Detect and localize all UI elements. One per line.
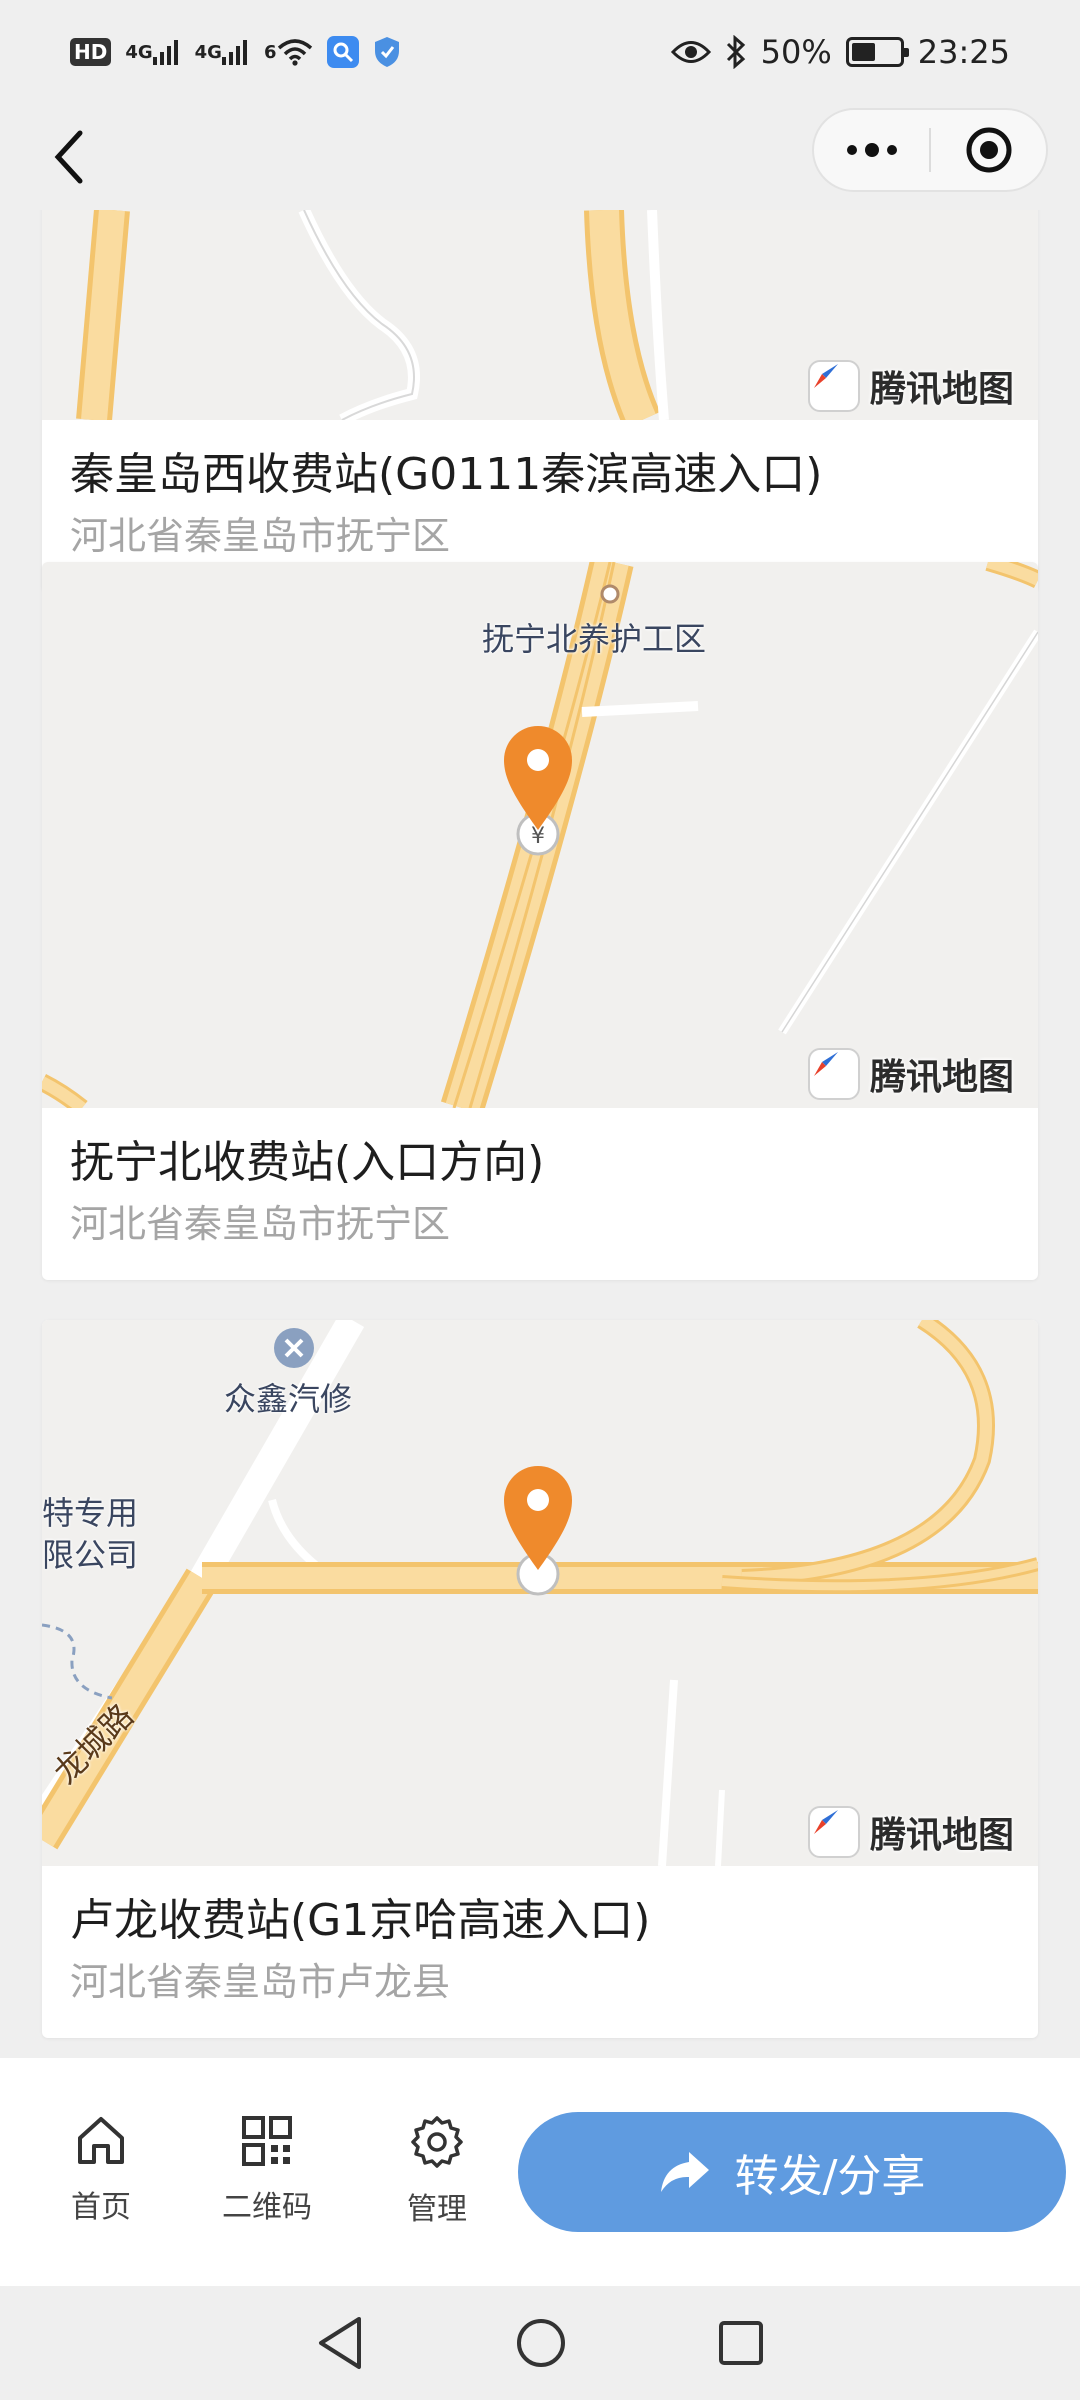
card-info: 卢龙收费站(G1京哈高速入口) 河北省秦皇岛市卢龙县 (42, 1866, 1038, 2038)
compass-icon (807, 1806, 860, 1858)
more-button[interactable] (814, 110, 929, 190)
home-button[interactable]: 首页 (36, 2114, 166, 2226)
close-miniapp-button[interactable] (931, 110, 1046, 190)
tencent-map-logo: 腾讯地图 (807, 1804, 1014, 1860)
card-info: 抚宁北收费站(入口方向) 河北省秦皇岛市抚宁区 (42, 1108, 1038, 1280)
wifi-tag: 6 (263, 41, 277, 63)
map-logo-text: 腾讯地图 (869, 1057, 1014, 1098)
share-label: 转发/分享 (734, 2151, 926, 2202)
miniapp-capsule (812, 108, 1048, 192)
station-card[interactable]: ¥ 抚宁北养护工区 腾讯地图 抚宁北收费站(入口方向) 河北省秦皇岛市抚宁区 (42, 562, 1038, 1280)
station-card[interactable]: 众鑫汽修 特专用 限公司 龙城路 腾讯地图 卢龙收费站(G1京哈高速入口) 河北… (42, 1320, 1038, 2038)
status-bar: HD 4G 4G 6 50% 23:25 (0, 0, 1080, 104)
map-logo-text: 腾讯地图 (869, 1815, 1014, 1856)
station-map[interactable]: ¥ 抚宁北养护工区 腾讯地图 (42, 562, 1038, 1108)
network-type-1: 4G (125, 41, 153, 63)
back-button[interactable] (50, 104, 110, 210)
recents-square-icon[interactable] (717, 2319, 765, 2367)
shield-icon (373, 36, 401, 68)
tencent-map-logo: 腾讯地图 (807, 1046, 1014, 1102)
map-poi-label: 限公司 (42, 1536, 139, 1574)
map-poi-label: 特专用 (42, 1494, 139, 1532)
bluetooth-icon (725, 35, 747, 69)
bottom-toolbar: 首页 二维码 管理 转发/分享 (0, 2058, 1080, 2286)
station-address: 河北省秦皇岛市抚宁区 (70, 514, 451, 558)
manage-label: 管理 (407, 2192, 467, 2227)
system-nav-bar (0, 2286, 1080, 2400)
eye-icon (670, 39, 711, 65)
home-label: 首页 (71, 2190, 131, 2225)
station-name: 卢龙收费站(G1京哈高速入口) (70, 1895, 651, 1946)
station-address: 河北省秦皇岛市卢龙县 (70, 1960, 451, 2004)
compass-icon (807, 1048, 860, 1100)
target-circle-icon (966, 127, 1011, 173)
qrcode-button[interactable]: 二维码 (202, 2114, 332, 2226)
station-name: 秦皇岛西收费站(G0111秦滨高速入口) (70, 449, 823, 500)
home-circle-icon[interactable] (515, 2317, 567, 2369)
map-roads (42, 1320, 1038, 1866)
nav-bar (0, 104, 1080, 210)
signal-icon-2: 4G (195, 39, 250, 65)
map-poi-label: 众鑫汽修 (224, 1380, 353, 1418)
battery-percent: 50% (760, 33, 832, 71)
hd-badge: HD (70, 38, 112, 66)
tencent-map-logo: 腾讯地图 (807, 358, 1014, 414)
status-left: HD 4G 4G 6 (70, 36, 401, 68)
qrcode-label: 二维码 (222, 2190, 312, 2225)
station-list[interactable]: 腾讯地图 秦皇岛西收费站(G0111秦滨高速入口) 河北省秦皇岛市抚宁区 ¥ 抚… (0, 210, 1080, 2056)
compass-icon (807, 360, 860, 412)
battery-icon (845, 37, 909, 67)
location-pin-icon (504, 1466, 572, 1570)
station-map[interactable]: 腾讯地图 (42, 210, 1038, 420)
battery-fill (851, 43, 876, 61)
share-button[interactable]: 转发/分享 (518, 2112, 1066, 2232)
home-icon (78, 2117, 124, 2164)
chevron-left-icon (54, 130, 83, 184)
station-map[interactable]: 众鑫汽修 特专用 限公司 龙城路 腾讯地图 (42, 1320, 1038, 1866)
qrcode-icon (242, 2116, 292, 2166)
signal-icon: 4G (125, 39, 180, 65)
search-app-icon (326, 36, 359, 68)
manage-button[interactable]: 管理 (372, 2114, 502, 2228)
clock: 23:25 (917, 33, 1010, 71)
more-dots-icon (846, 143, 897, 157)
station-card[interactable]: 腾讯地图 秦皇岛西收费站(G0111秦滨高速入口) 河北省秦皇岛市抚宁区 (42, 210, 1038, 592)
station-address: 河北省秦皇岛市抚宁区 (70, 1202, 451, 1246)
gear-icon (411, 2116, 463, 2168)
status-right: 50% 23:25 (670, 33, 1010, 71)
map-logo-text: 腾讯地图 (869, 369, 1014, 410)
back-triangle-icon[interactable] (315, 2315, 365, 2371)
map-poi-label: 抚宁北养护工区 (482, 620, 707, 658)
network-type-2: 4G (194, 41, 222, 63)
share-arrow-icon (660, 2152, 709, 2192)
station-name: 抚宁北收费站(入口方向) (70, 1137, 545, 1188)
wifi-icon: 6 (264, 38, 313, 66)
